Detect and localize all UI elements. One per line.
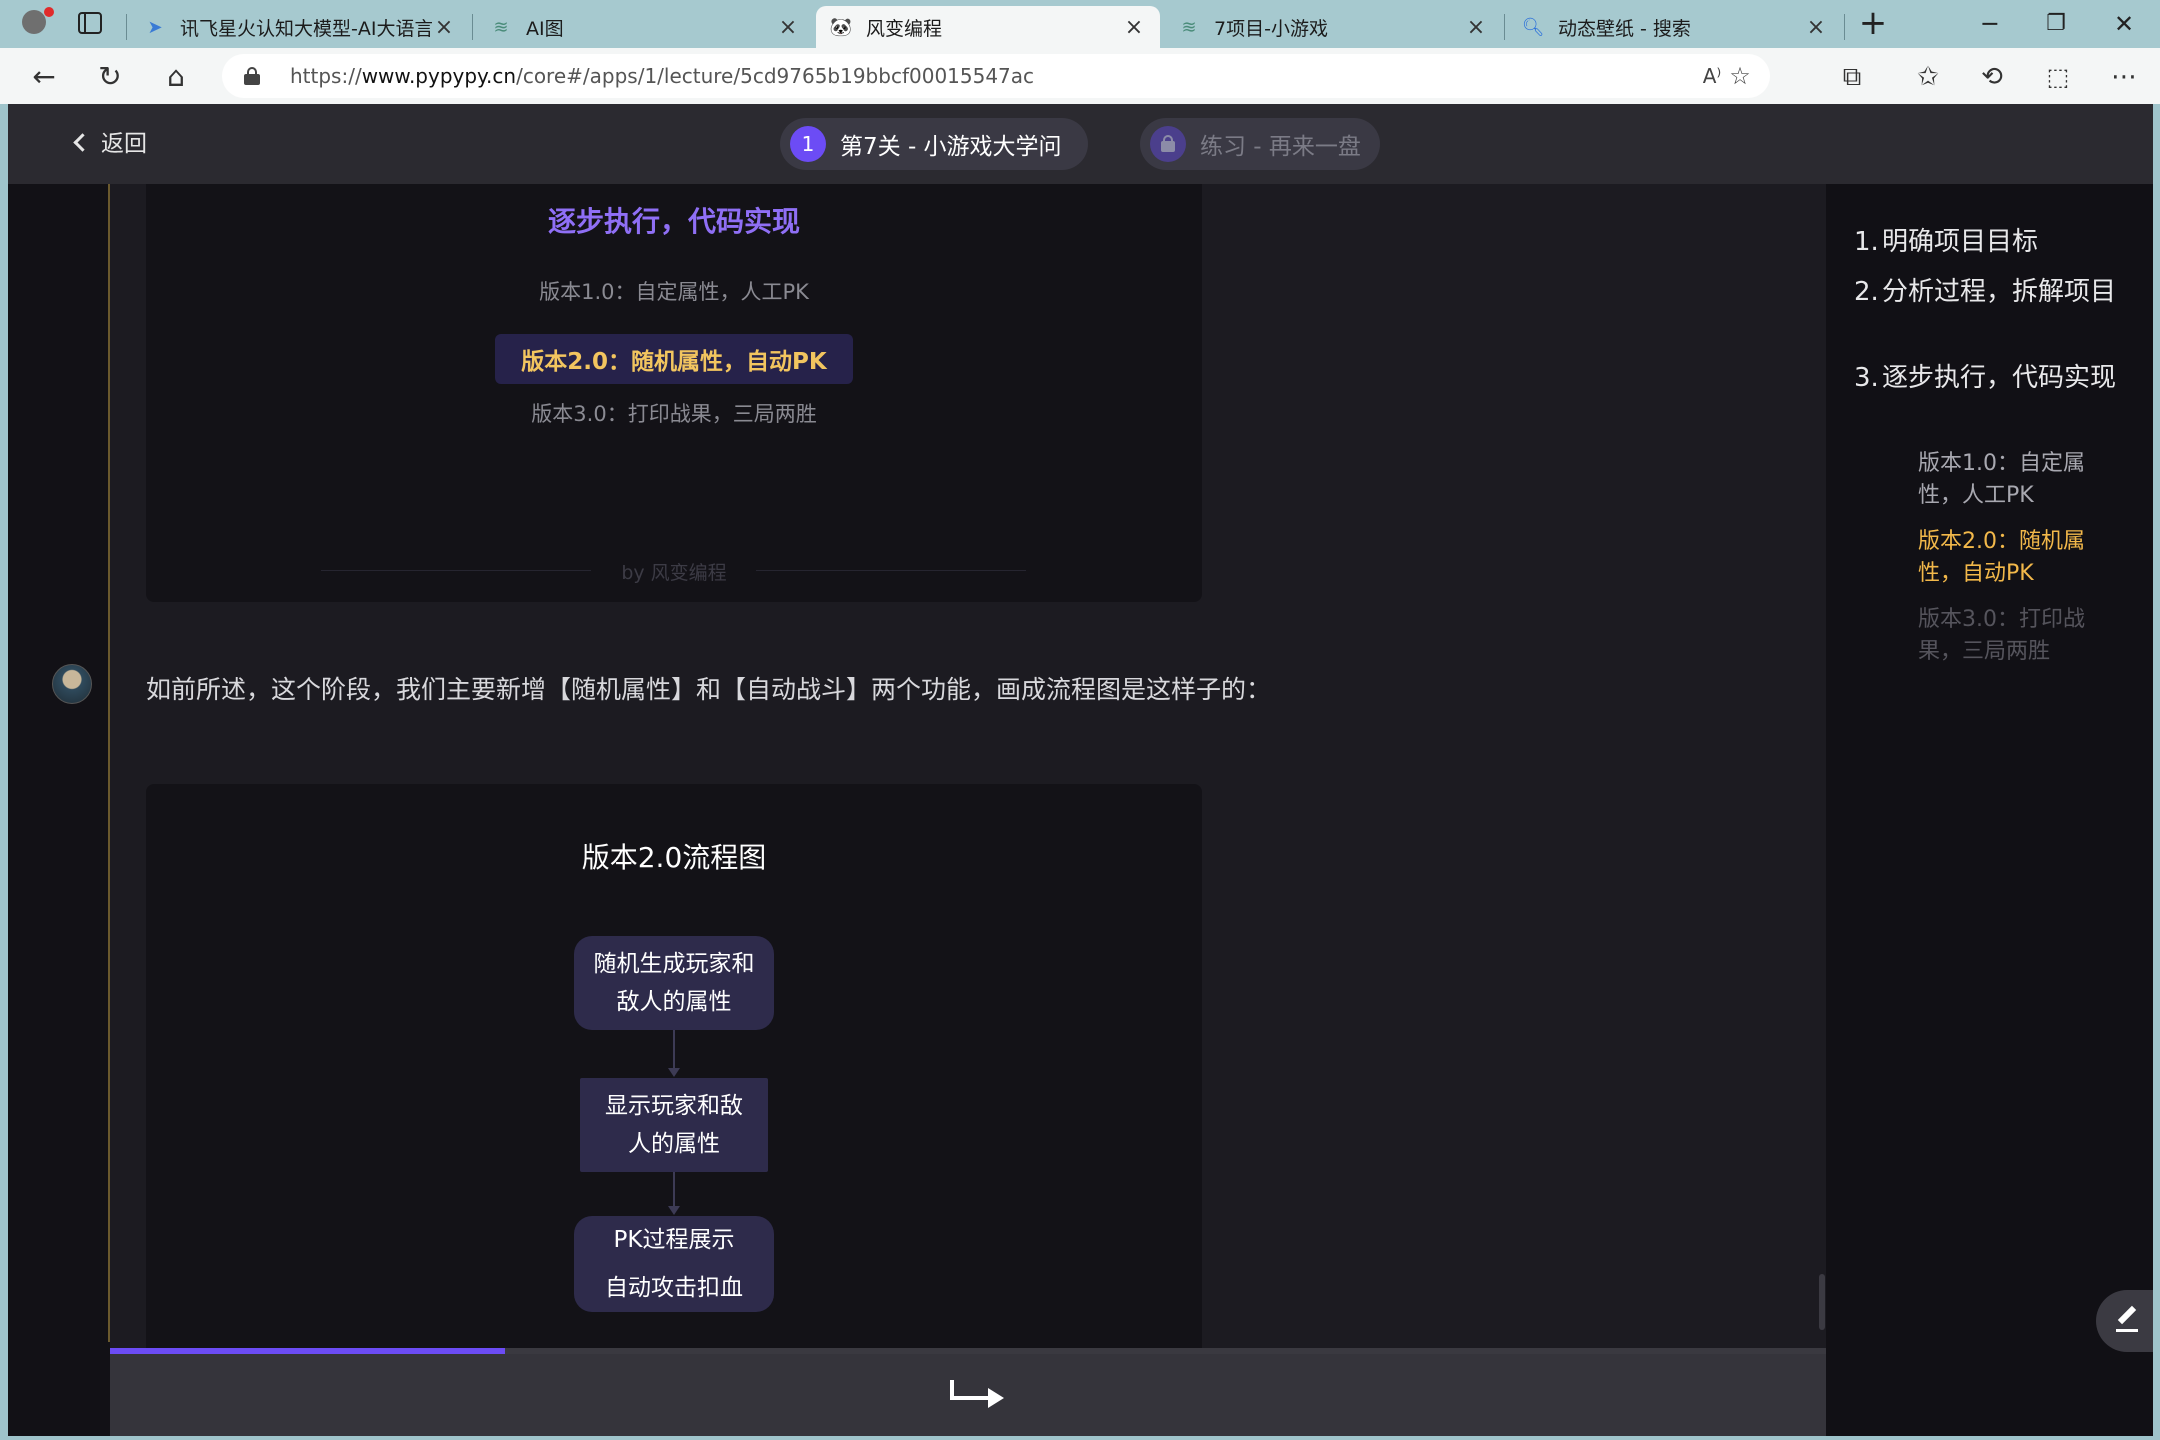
toc-number: 3. (1854, 363, 1879, 393)
close-icon[interactable]: × (1804, 15, 1828, 40)
url-text[interactable]: https://www.pypypy.cn/core#/apps/1/lectu… (290, 54, 1034, 98)
lock-icon[interactable] (244, 67, 260, 85)
close-icon[interactable]: × (776, 15, 800, 40)
arrow-head-icon (668, 1206, 680, 1215)
close-window-icon[interactable]: ✕ (2096, 6, 2152, 42)
next-arrow-icon[interactable] (948, 1376, 1008, 1410)
back-arrow-icon[interactable]: ← (24, 57, 64, 97)
toc-item[interactable]: 1. 明确项目目标 (1854, 224, 2122, 261)
node-line: PK过程展示 (613, 1227, 735, 1253)
section-card: 逐步执行，代码实现 版本1.0：自定属性，人工PK 版本2.0：随机属性，自动P… (146, 184, 1202, 602)
tab-separator (1844, 14, 1845, 40)
tab-label: 动态壁纸 - 搜索 (1558, 17, 1691, 40)
tab-label: AI图 (526, 17, 564, 40)
pencil-icon (2116, 1305, 2138, 1333)
screenshot-icon[interactable]: ⬚ (2038, 57, 2078, 97)
lock-icon (1150, 126, 1186, 162)
toc-item[interactable]: 3. 逐步执行，代码实现 (1854, 360, 2122, 397)
browser-toolbar: ← ↻ ⌂ https://www.pypypy.cn/core#/apps/1… (0, 48, 2160, 104)
chevron-left-icon (73, 133, 92, 152)
favorites-icon[interactable]: ✩ (1908, 57, 1948, 97)
pen-favicon-icon: ≋ (1181, 16, 1197, 38)
arrow-head-icon (668, 1068, 680, 1077)
tab-separator (472, 14, 473, 40)
toc-number: 2. (1854, 277, 1879, 307)
spark-favicon-icon: ➤ (147, 16, 163, 38)
node-line: 显示玩家和敌 (605, 1093, 743, 1119)
search-favicon-icon: 🔍︎ (1521, 16, 1545, 38)
history-icon[interactable]: ⟲ (1972, 57, 2012, 97)
close-icon[interactable]: × (1464, 15, 1488, 40)
close-icon[interactable]: × (432, 15, 456, 40)
close-icon[interactable]: × (1122, 15, 1146, 40)
restore-icon[interactable]: ❐ (2028, 6, 2084, 42)
version-item: 版本1.0：自定属性，人工PK (539, 280, 809, 304)
level-number-badge: 1 (790, 126, 826, 162)
toc-number: 1. (1854, 227, 1879, 257)
tab-xfyun[interactable]: ➤ 讯飞星火认知大模型-AI大语言 × (130, 6, 470, 48)
avatar (52, 664, 92, 704)
tab-label: 讯飞星火认知大模型-AI大语言 (180, 17, 432, 40)
extensions-icon[interactable]: ⧉ (1832, 57, 1872, 97)
address-bar[interactable]: https://www.pypypy.cn/core#/apps/1/lectu… (222, 54, 1770, 98)
new-tab-icon[interactable]: + (1856, 6, 1890, 42)
tab-label: 风变编程 (866, 17, 943, 40)
toc-subitem-active[interactable]: 版本2.0：随机属性，自动PK (1918, 526, 2108, 590)
level-tab[interactable]: 1 第7关 - 小游戏大学问 (780, 118, 1088, 170)
flowchart-node: 显示玩家和敌 人的属性 (580, 1078, 768, 1172)
tab-wallpaper-search[interactable]: 🔍︎ 动态壁纸 - 搜索 × (1508, 6, 1842, 48)
node-line: 敌人的属性 (616, 989, 732, 1015)
toc-label: 明确项目目标 (1882, 227, 2039, 257)
lesson-page: 返回 1 第7关 - 小游戏大学问 练习 - 再来一盘 逐步执行，代码实现 版本… (8, 104, 2153, 1436)
toc-label: 逐步执行，代码实现 (1882, 363, 2117, 393)
home-icon[interactable]: ⌂ (156, 57, 196, 97)
version-item-highlighted: 版本2.0：随机属性，自动PK (495, 334, 853, 384)
toc-label: 分析过程，拆解项目 (1882, 277, 2117, 307)
lesson-header: 返回 1 第7关 - 小游戏大学问 练习 - 再来一盘 (8, 104, 2153, 184)
node-line: 自动攻击扣血 (605, 1275, 743, 1301)
version-item: 版本3.0：打印战果，三局两胜 (531, 402, 817, 426)
toc-subitem[interactable]: 版本3.0：打印战果，三局两胜 (1918, 604, 2108, 668)
toc-panel: 1. 明确项目目标 2. 分析过程，拆解项目 3. 逐步执行，代码实现 版本1.0：自… (1826, 184, 2153, 1436)
back-button[interactable]: 返回 (73, 124, 147, 164)
timeline-line (108, 184, 110, 1342)
pen-favicon-icon: ≋ (493, 16, 509, 38)
tab-pypypy[interactable]: 🐼 风变编程 × (816, 6, 1160, 48)
toc-subitem[interactable]: 版本1.0：自定属性，人工PK (1918, 448, 2108, 512)
favorite-star-icon[interactable]: ☆ (1722, 58, 1758, 94)
flow-arrow (673, 1030, 675, 1070)
flowchart-node: 随机生成玩家和 敌人的属性 (574, 936, 774, 1030)
tab-actions-icon[interactable] (78, 12, 102, 34)
flowchart-card: 版本2.0流程图 随机生成玩家和 敌人的属性 显示玩家和敌 人的属性 PK过程展… (146, 784, 1202, 1354)
node-line: 随机生成玩家和 (593, 951, 755, 977)
tab-separator (1504, 14, 1505, 40)
practice-title: 练习 - 再来一盘 (1200, 134, 1361, 160)
tab-project-game[interactable]: ≋ 7项目-小游戏 × (1164, 6, 1502, 48)
left-gutter (8, 184, 110, 1436)
panda-favicon-icon: 🐼 (829, 16, 853, 38)
node-line: 人的属性 (628, 1131, 720, 1157)
tab-separator (126, 14, 127, 40)
minimize-icon[interactable]: ─ (1962, 6, 2018, 42)
tab-ai-image[interactable]: ≋ AI图 × (476, 6, 814, 48)
edit-note-button[interactable] (2096, 1290, 2153, 1352)
level-title: 第7关 - 小游戏大学问 (840, 134, 1062, 160)
profile-avatar-icon[interactable] (14, 6, 54, 42)
scrollbar-thumb[interactable] (1819, 1274, 1825, 1330)
back-label: 返回 (101, 131, 147, 157)
flowchart-node: PK过程展示 自动攻击扣血 (574, 1216, 774, 1312)
signature: by 风变编程 (621, 562, 727, 584)
toc-item[interactable]: 2. 分析过程，拆解项目 (1854, 274, 2122, 311)
version-item-highlight-wrap: 版本2.0：随机属性，自动PK (146, 334, 1202, 384)
section-title: 逐步执行，代码实现 (547, 205, 800, 238)
browser-titlebar: ➤ 讯飞星火认知大模型-AI大语言 × ≋ AI图 × 🐼 风变编程 × ≋ 7… (0, 0, 2160, 48)
practice-tab-locked[interactable]: 练习 - 再来一盘 (1140, 118, 1380, 170)
bottom-bar (110, 1354, 1826, 1436)
more-menu-icon[interactable]: ⋯ (2104, 57, 2144, 97)
flow-arrow (673, 1172, 675, 1208)
tab-label: 7项目-小游戏 (1214, 17, 1328, 40)
refresh-icon[interactable]: ↻ (90, 57, 130, 97)
chat-message: 如前所述，这个阶段，我们主要新增【随机属性】和【自动战斗】两个功能，画成流程图是… (146, 675, 1272, 704)
flowchart-title: 版本2.0流程图 (581, 841, 767, 874)
